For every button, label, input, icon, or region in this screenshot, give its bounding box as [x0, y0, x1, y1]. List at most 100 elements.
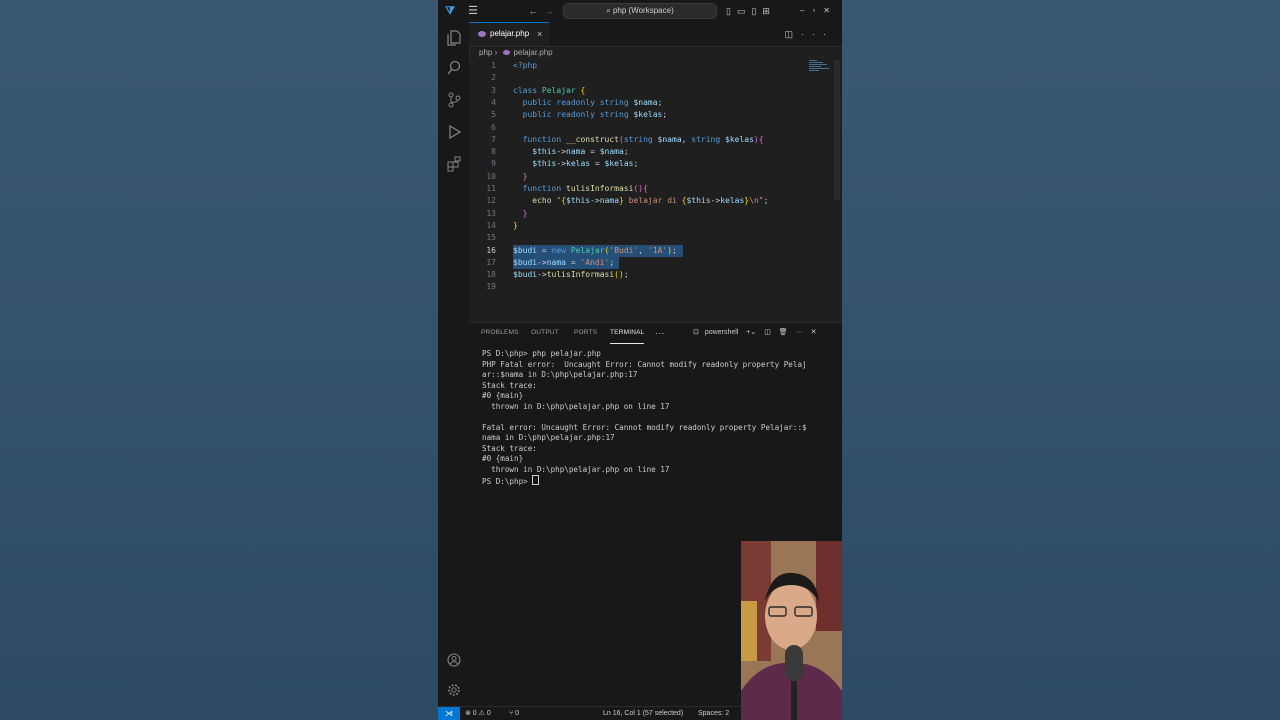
tab-ports[interactable]: PORTS	[574, 323, 597, 343]
code-line: function tulisInformasi(){	[522, 184, 648, 193]
command-center-search[interactable]: ⌕ php (Workspace)	[563, 3, 717, 19]
code-line: $budi->nama = 'Andi';	[513, 257, 615, 267]
breadcrumb-file[interactable]: pelajar.php	[513, 48, 552, 57]
terminal-line: nama in D:\php\pelajar.php:17	[482, 433, 615, 442]
code-line: echo "{$this->nama} belajar di {$this->k…	[532, 196, 769, 206]
line-number: 18	[486, 270, 496, 280]
line-number: 13	[486, 208, 496, 218]
php-file-icon	[503, 50, 511, 55]
extensions-icon[interactable]	[438, 152, 469, 176]
code-editor[interactable]: 1 2 3 4 5 6 7 8 9 10 11 12 13 14 15 16 17 18 19 <?php clas…	[469, 60, 842, 322]
line-number: 2	[491, 73, 496, 83]
breadcrumb: php › pelajar.php	[479, 46, 553, 60]
tab-terminal[interactable]: TERMINAL	[610, 323, 645, 344]
terminal-prompt: PS D:\php>	[482, 477, 533, 486]
tab-output[interactable]: OUTPUT	[531, 323, 559, 343]
editor-scrollbar[interactable]	[834, 60, 840, 200]
more-panel-tabs-icon[interactable]: ···	[655, 323, 665, 343]
code-line: }	[522, 208, 528, 218]
line-number: 10	[486, 171, 496, 181]
split-editor-icon[interactable]: ◫	[784, 29, 801, 39]
presenter-image	[741, 541, 842, 720]
menu-icon[interactable]: ☰	[466, 0, 480, 22]
tab-problems[interactable]: PROBLEMS	[481, 323, 519, 343]
kill-terminal-icon[interactable]: 🗑	[779, 329, 788, 336]
code-line: $this->kelas = $kelas;	[532, 159, 639, 169]
line-number: 14	[486, 220, 496, 230]
search-icon: ⌕	[606, 6, 613, 15]
close-window-icon[interactable]: ✕	[823, 6, 838, 15]
line-number: 16	[486, 245, 496, 255]
line-number: 12	[486, 196, 496, 206]
vscode-logo-icon: ⧩	[445, 5, 455, 17]
ports-count[interactable]: ⑂ 0	[509, 707, 519, 720]
code-line: $budi->tulisInformasi();	[513, 270, 629, 280]
editor-actions: ◫···	[784, 22, 834, 46]
code-line: }	[513, 220, 518, 230]
activity-bar	[438, 22, 470, 706]
code-line: <?php	[513, 61, 538, 70]
terminal-actions: ⊡ powershell +⌄ ◫ 🗑 ··· ✕	[693, 323, 822, 343]
toggle-secondary-sidebar-icon[interactable]: ▯	[751, 6, 762, 16]
new-terminal-icon[interactable]: +⌄	[746, 329, 756, 336]
line-number: 11	[486, 184, 496, 193]
title-bar: ⧩ ☰ ← → ⌕ php (Workspace) ▯▭▯⊞ –▫✕	[438, 0, 842, 22]
code-line: }	[522, 171, 528, 181]
remote-indicator-icon[interactable]: ⋊	[438, 707, 460, 720]
terminal-line: PS D:\php> php pelajar.php	[482, 349, 601, 358]
code-line: public readonly string $kelas;	[522, 110, 668, 120]
explorer-icon[interactable]	[438, 26, 469, 50]
line-number: 1	[491, 61, 496, 70]
toggle-panel-icon[interactable]: ▭	[737, 6, 752, 16]
indentation-setting[interactable]: Spaces: 2	[698, 707, 729, 720]
forward-arrow-icon[interactable]: →	[542, 0, 556, 22]
accounts-icon[interactable]	[438, 648, 469, 672]
line-number: 17	[486, 257, 496, 267]
background-right	[842, 0, 1280, 720]
settings-gear-icon[interactable]	[438, 678, 469, 702]
line-number: 19	[486, 282, 496, 292]
split-terminal-icon[interactable]: ◫	[764, 329, 771, 336]
search-icon[interactable]	[438, 56, 469, 80]
terminal-line: #0 {main}	[482, 391, 524, 400]
more-actions-icon[interactable]: ···	[801, 29, 834, 39]
toggle-sidebar-icon[interactable]: ▯	[726, 6, 737, 16]
line-number: 7	[491, 134, 496, 144]
close-panel-icon[interactable]: ✕	[811, 329, 817, 336]
code-line: class Pelajar {	[513, 85, 586, 95]
terminal-line: thrown in D:\php\pelajar.php on line 17	[482, 401, 670, 411]
line-number: 15	[486, 233, 496, 243]
terminal-cursor	[532, 475, 540, 485]
restore-icon[interactable]: ▫	[812, 6, 823, 15]
terminal-shell-icon: ⊡	[693, 329, 699, 336]
line-number: 3	[491, 85, 496, 95]
chevron-right-icon: ›	[494, 48, 500, 57]
terminal-prompt-line: PS D:\php>	[482, 475, 837, 486]
code-line: $budi = new Pelajar('Budi', '1A');	[513, 245, 677, 255]
source-control-icon[interactable]	[438, 88, 469, 112]
minimize-icon[interactable]: –	[800, 6, 812, 15]
run-debug-icon[interactable]	[438, 120, 469, 144]
minimap[interactable]	[809, 60, 831, 74]
tab-pelajar-php[interactable]: pelajar.php ×	[469, 22, 549, 46]
back-arrow-icon[interactable]: ←	[526, 0, 540, 22]
background-left	[0, 0, 438, 720]
terminal-line: ar::$nama in D:\php\pelajar.php:17	[482, 370, 638, 379]
more-actions-icon[interactable]: ···	[796, 329, 803, 336]
terminal-shell-label[interactable]: powershell	[705, 329, 738, 336]
terminal-output[interactable]: PS D:\php> php pelajar.php PHP Fatal erro…	[482, 349, 837, 486]
layout-controls: ▯▭▯⊞	[726, 0, 776, 22]
workspace-label: php (Workspace)	[612, 6, 674, 15]
customize-layout-icon[interactable]: ⊞	[762, 6, 776, 16]
window-controls: –▫✕	[800, 0, 838, 22]
problems-count[interactable]: ⊗ 0 ⚠ 0	[465, 707, 491, 720]
breadcrumb-folder[interactable]: php	[479, 48, 492, 57]
php-file-icon	[478, 31, 486, 37]
line-number: 4	[491, 97, 496, 107]
webcam-overlay	[741, 541, 842, 720]
code-line: public readonly string $nama;	[522, 97, 663, 107]
close-tab-icon[interactable]: ×	[537, 23, 542, 45]
terminal-line: Stack trace:	[482, 443, 537, 453]
cursor-position[interactable]: Ln 16, Col 1 (57 selected)	[603, 707, 683, 720]
